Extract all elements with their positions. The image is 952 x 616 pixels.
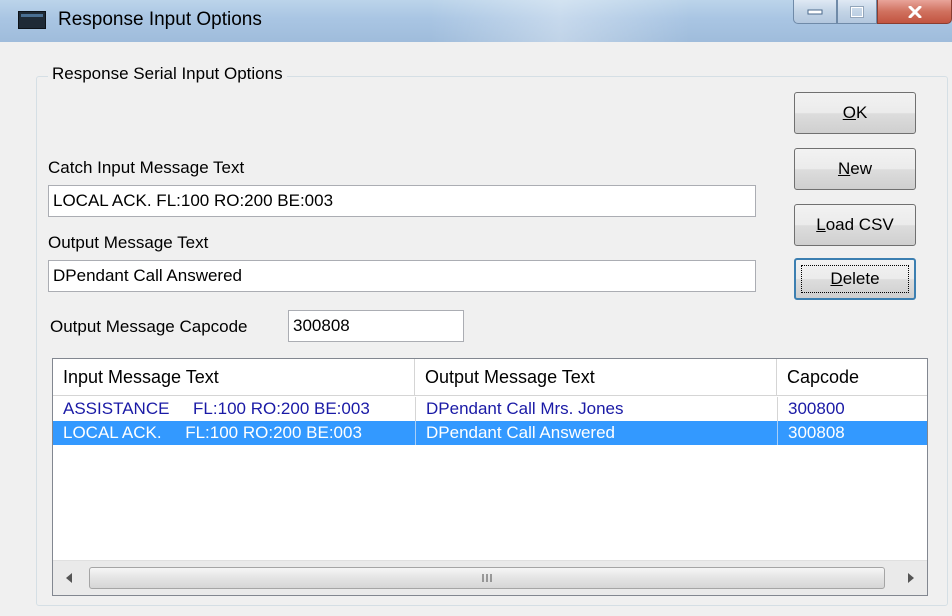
scroll-left-button[interactable]: [53, 561, 85, 595]
column-header-capcode[interactable]: Capcode: [777, 359, 927, 395]
capcode-label: Output Message Capcode: [50, 317, 248, 336]
cell-output: DPendant Call Answered: [426, 423, 616, 442]
cell-output: DPendant Call Mrs. Jones: [426, 399, 624, 418]
capcode-field[interactable]: 300808: [288, 310, 464, 342]
output-message-field[interactable]: DPendant Call Answered: [48, 260, 756, 292]
column-header-output[interactable]: Output Message Text: [415, 359, 777, 395]
cell-input: LOCAL ACK. FL:100 RO:200 BE:003: [63, 423, 362, 442]
window-title: Response Input Options: [58, 9, 262, 30]
catch-input-field[interactable]: LOCAL ACK. FL:100 RO:200 BE:003: [48, 185, 756, 217]
minimize-button[interactable]: [793, 0, 837, 24]
focus-rectangle: [801, 265, 909, 293]
catch-input-label: Catch Input Message Text: [48, 158, 245, 177]
table-row[interactable]: ASSISTANCE FL:100 RO:200 BE:003 DPendant…: [53, 397, 927, 421]
title-bar-sheen: [430, 0, 690, 42]
close-button[interactable]: [877, 0, 952, 24]
window-app-icon: [18, 11, 46, 29]
cell-capcode: 300800: [788, 399, 845, 418]
scroll-thumb[interactable]: [89, 567, 885, 589]
close-icon: [908, 5, 921, 18]
chevron-left-icon: [66, 573, 72, 583]
new-button-label: New: [837, 159, 872, 178]
scroll-grip-icon: [482, 574, 492, 582]
list-header: Input Message Text Output Message Text C…: [53, 359, 927, 396]
chevron-right-icon: [908, 573, 914, 583]
delete-button[interactable]: Delete: [794, 258, 916, 300]
ok-button[interactable]: OK: [794, 92, 916, 134]
maximize-icon: [850, 5, 864, 18]
cell-capcode: 300808: [788, 423, 845, 442]
new-button[interactable]: New: [794, 148, 916, 190]
column-header-input[interactable]: Input Message Text: [53, 359, 415, 395]
message-list-view[interactable]: Input Message Text Output Message Text C…: [52, 358, 928, 596]
title-bar[interactable]: Response Input Options: [0, 0, 952, 42]
maximize-button[interactable]: [837, 0, 877, 24]
minimize-icon: [807, 9, 823, 14]
cell-input: ASSISTANCE FL:100 RO:200 BE:003: [63, 399, 370, 418]
horizontal-scrollbar[interactable]: [53, 560, 927, 595]
dialog-client-area: Response Serial Input Options Catch Inpu…: [8, 42, 952, 616]
load-csv-button-label: Load CSV: [816, 215, 894, 234]
window-controls: [793, 0, 952, 24]
group-label: Response Serial Input Options: [48, 64, 287, 84]
ok-button-label: OK: [842, 103, 868, 122]
table-row-selected[interactable]: LOCAL ACK. FL:100 RO:200 BE:003 DPendant…: [53, 421, 927, 445]
load-csv-button[interactable]: Load CSV: [794, 204, 916, 246]
scroll-right-button[interactable]: [895, 561, 927, 595]
output-message-label: Output Message Text: [48, 233, 209, 252]
